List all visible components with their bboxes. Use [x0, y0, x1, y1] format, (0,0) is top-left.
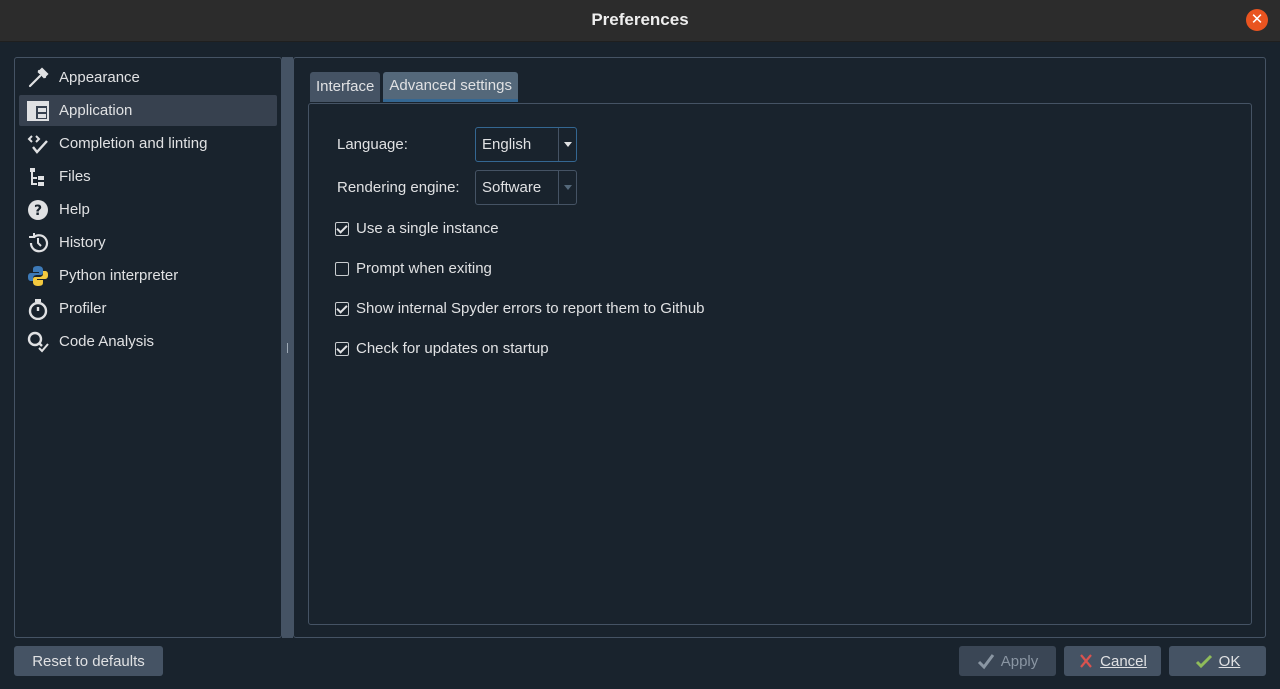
sidebar-item-completion-and-linting[interactable]: Completion and linting	[19, 128, 277, 159]
sidebar-item-label: Completion and linting	[59, 135, 208, 152]
language-label: Language:	[337, 136, 408, 153]
checkmark-icon	[977, 652, 995, 670]
cancel-button[interactable]: Cancel	[1064, 646, 1161, 676]
prompt-exit-checkbox[interactable]	[335, 261, 349, 276]
rendering-engine-label: Rendering engine:	[337, 179, 460, 196]
sidebar-item-label: Files	[59, 168, 91, 185]
python-icon	[25, 264, 51, 288]
chevron-down-icon	[564, 142, 572, 147]
single-instance-checkbox[interactable]	[335, 221, 349, 236]
close-icon: ✕	[1250, 11, 1264, 28]
check-updates-option[interactable]: Check for updates on startup	[335, 340, 549, 357]
check-updates-label: Check for updates on startup	[356, 340, 549, 357]
title-bar: Preferences ✕	[0, 0, 1280, 42]
rendering-engine-combobox[interactable]: Software	[475, 170, 577, 205]
report-errors-checkbox[interactable]	[335, 301, 349, 316]
report-errors-label: Show internal Spyder errors to report th…	[356, 300, 705, 317]
prompt-exit-label: Prompt when exiting	[356, 260, 492, 277]
sidebar-item-help[interactable]: ? Help	[19, 194, 277, 225]
panel-splitter[interactable]	[282, 57, 293, 638]
advanced-settings-panel: Language: English Rendering engine: Soft…	[308, 103, 1252, 625]
code-completion-icon	[25, 132, 51, 156]
ok-button[interactable]: OK	[1169, 646, 1266, 676]
tab-bar: Interface Advanced settings	[310, 72, 521, 102]
sidebar-item-label: Profiler	[59, 300, 107, 317]
single-instance-label: Use a single instance	[356, 220, 499, 237]
sidebar-item-appearance[interactable]: Appearance	[19, 62, 277, 93]
stopwatch-icon	[25, 297, 51, 321]
sidebar-item-history[interactable]: History	[19, 227, 277, 258]
reset-label: Reset to defaults	[32, 652, 145, 670]
ok-check-icon	[1195, 653, 1213, 669]
sidebar-item-files[interactable]: Files	[19, 161, 277, 192]
language-row: Language:	[337, 136, 408, 153]
sidebar-item-label: Python interpreter	[59, 267, 179, 284]
tab-advanced-settings[interactable]: Advanced settings	[383, 72, 518, 102]
cancel-label: Cancel	[1100, 652, 1147, 670]
sidebar-item-application[interactable]: Application	[19, 95, 277, 126]
ok-label: OK	[1218, 652, 1241, 670]
tab-interface[interactable]: Interface	[310, 72, 381, 102]
check-updates-checkbox[interactable]	[335, 341, 349, 356]
svg-text:?: ?	[34, 203, 42, 219]
sidebar-item-label: Code Analysis	[59, 333, 155, 350]
language-dropdown-button[interactable]	[558, 128, 576, 161]
language-value: English	[482, 136, 532, 153]
prompt-exit-option[interactable]: Prompt when exiting	[335, 260, 492, 277]
help-icon: ?	[25, 198, 51, 222]
report-errors-option[interactable]: Show internal Spyder errors to report th…	[335, 300, 705, 317]
preferences-page: Interface Advanced settings Language: En…	[293, 57, 1266, 638]
cancel-x-icon	[1078, 653, 1094, 669]
apply-button[interactable]: Apply	[959, 646, 1056, 676]
apply-label: Apply	[1000, 652, 1039, 670]
reset-to-defaults-button[interactable]: Reset to defaults	[14, 646, 163, 676]
sidebar-item-label: Help	[59, 201, 90, 218]
language-combobox[interactable]: English	[475, 127, 577, 162]
eyedropper-icon	[25, 66, 51, 90]
code-analysis-icon	[25, 330, 51, 354]
sidebar-item-profiler[interactable]: Profiler	[19, 293, 277, 324]
sidebar-item-label: Application	[59, 102, 133, 119]
window-title: Preferences	[591, 10, 689, 29]
rendering-dropdown-button[interactable]	[558, 171, 576, 204]
close-button[interactable]: ✕	[1246, 9, 1268, 31]
sidebar-item-code-analysis[interactable]: Code Analysis	[19, 326, 277, 357]
rendering-row: Rendering engine:	[337, 179, 460, 196]
sidebar-item-python-interpreter[interactable]: Python interpreter	[19, 260, 277, 291]
file-tree-icon	[25, 165, 51, 189]
sidebar-item-label: History	[59, 234, 106, 251]
chevron-down-icon	[564, 185, 572, 190]
rendering-engine-value: Software	[482, 179, 542, 196]
preferences-sidebar: Appearance Application Completion and li…	[14, 57, 282, 638]
history-icon	[25, 231, 51, 255]
application-layout-icon	[25, 99, 51, 123]
single-instance-option[interactable]: Use a single instance	[335, 220, 499, 237]
sidebar-item-label: Appearance	[59, 69, 140, 86]
splitter-grip	[287, 343, 288, 353]
